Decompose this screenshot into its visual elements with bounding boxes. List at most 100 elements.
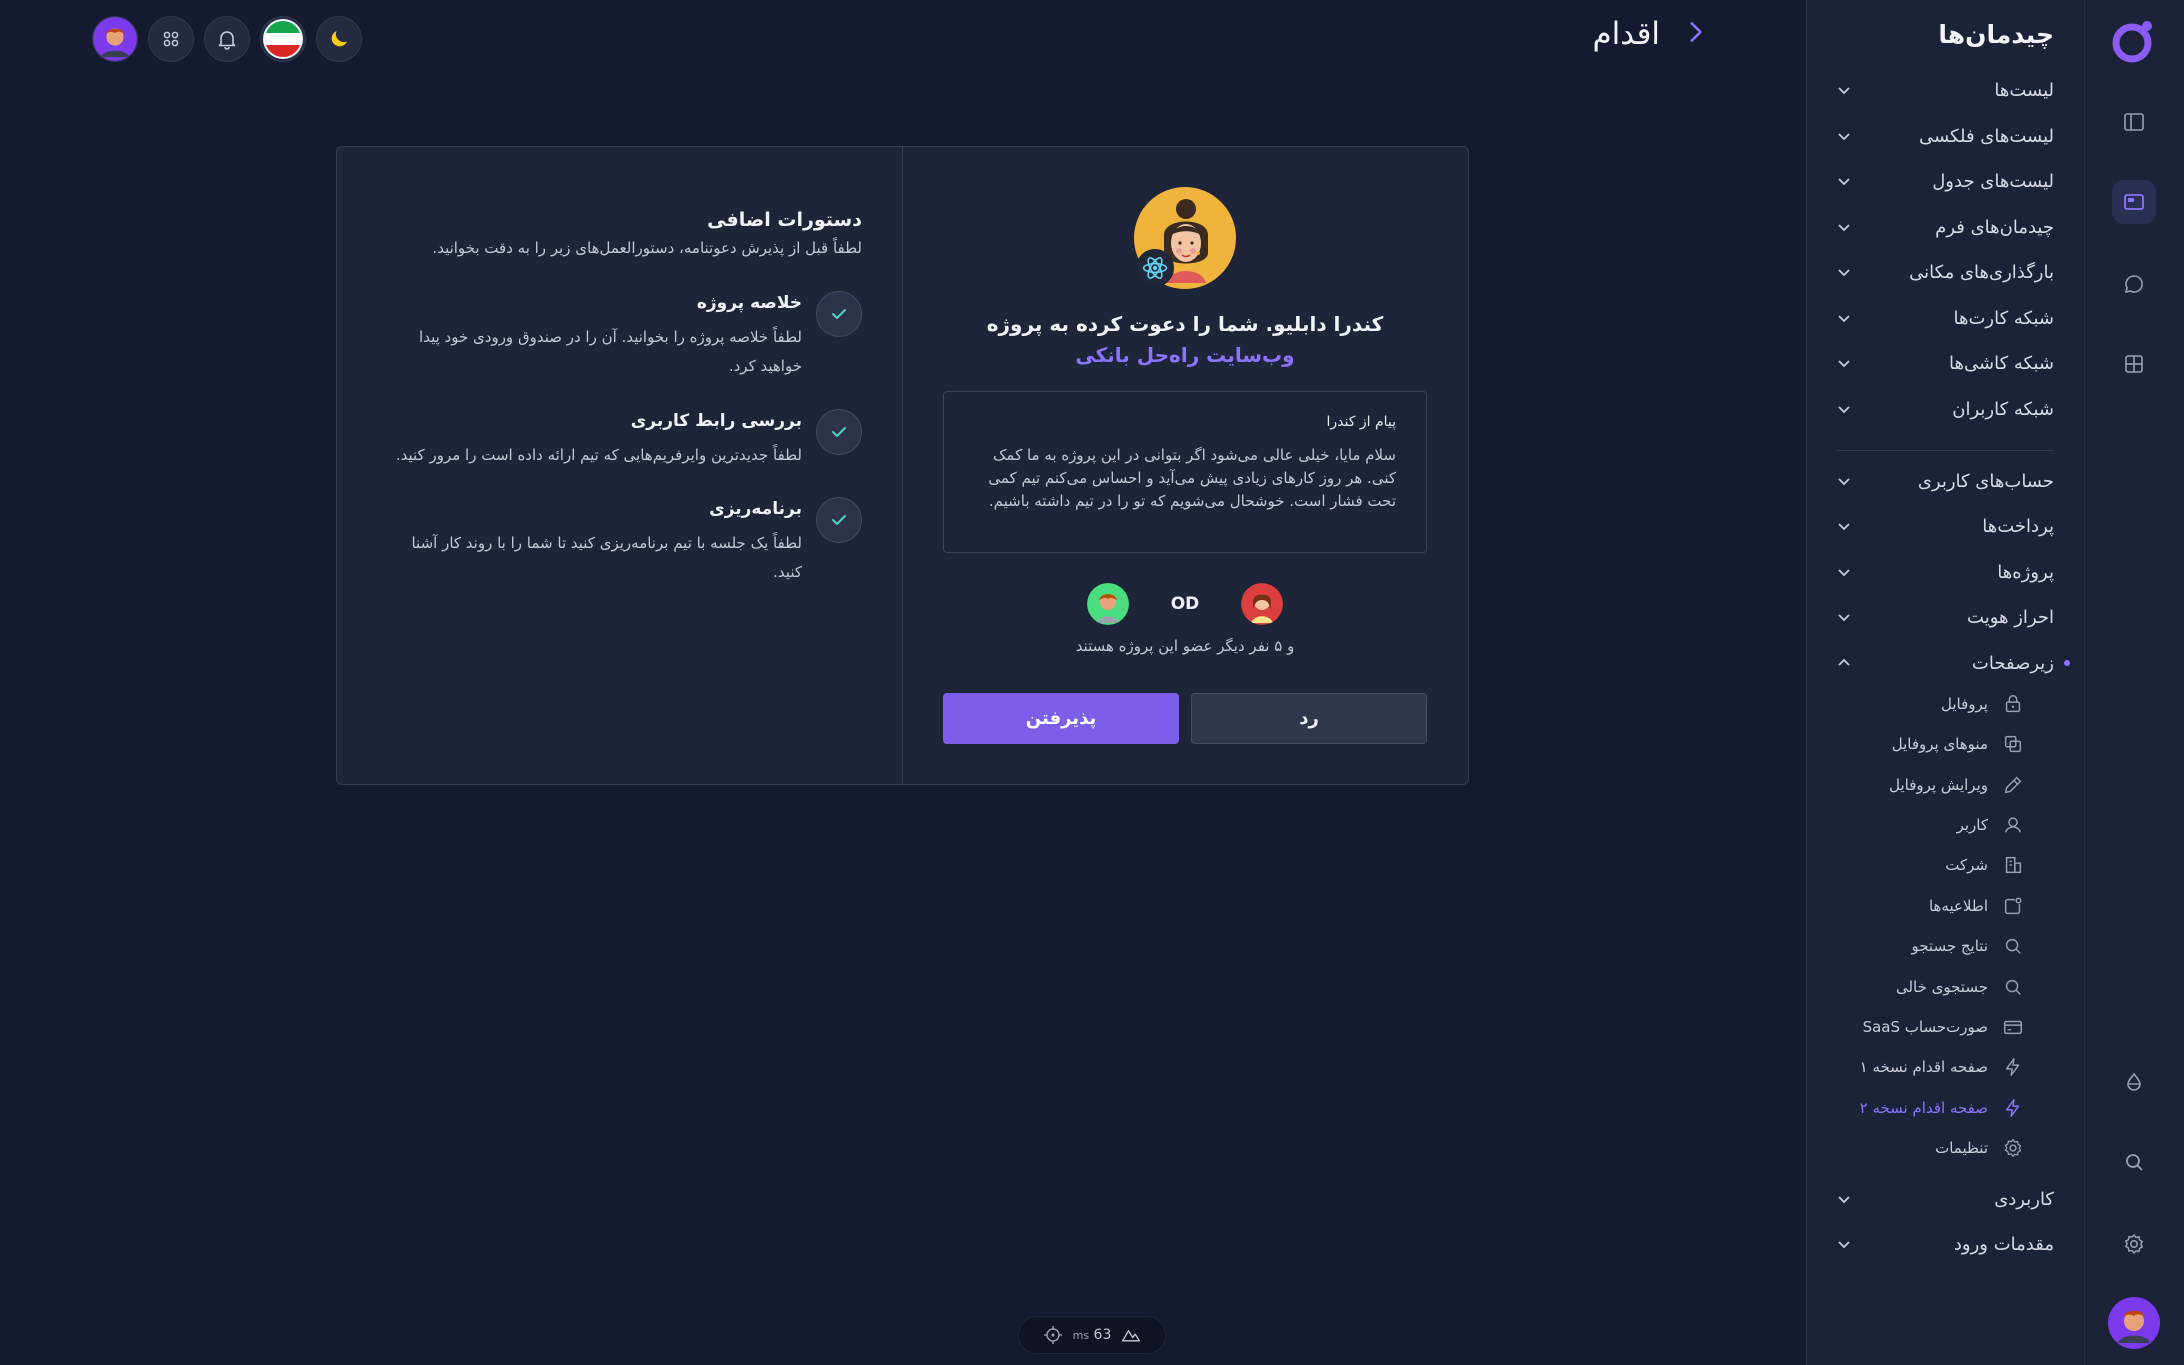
subpage-label: منوهای پروفایل: [1891, 735, 1988, 753]
step-title: بررسی رابط کاربری: [630, 411, 802, 431]
sidebar-item-lists[interactable]: لیست‌ها: [1836, 70, 2054, 110]
message-title: پیام از کندرا: [1326, 414, 1397, 430]
message-body: سلام مایا، خیلی عالی می‌شود اگر بتوانی د…: [988, 446, 1396, 510]
subpage-profile-menus[interactable]: منوهای پروفایل: [1834, 727, 2024, 761]
member-avatars: OD: [902, 583, 1468, 625]
step-description: لطفاً یک جلسه با تیم برنامه‌ریزی کنید تا…: [411, 534, 802, 581]
sidebar-item-projects[interactable]: پروژه‌ها: [1836, 552, 2054, 592]
search-icon[interactable]: [2112, 1140, 2156, 1184]
chevron-down-icon: [1838, 315, 1850, 323]
flag-icon: [263, 19, 303, 59]
subpage-empty-search[interactable]: جستجوی خالی: [1834, 970, 2024, 1004]
sidebar-item-user-grid[interactable]: شبکه کاربران: [1836, 389, 2054, 429]
step-description: لطفاً خلاصه پروژه را بخوانید. آن را در ص…: [419, 328, 802, 375]
instructions-title: دستورات اضافی: [707, 209, 862, 231]
project-link[interactable]: وب‌سایت راه‌حل بانکی: [1075, 343, 1294, 367]
grid-icon[interactable]: [2112, 342, 2156, 386]
perf-indicator[interactable]: ms 63: [1018, 1316, 1166, 1354]
sidebar-item-flex-lists[interactable]: لیست‌های فلکسی: [1836, 116, 2054, 156]
perf-value: 63: [1093, 1327, 1112, 1343]
user-icon: [2004, 817, 2022, 833]
chat-icon[interactable]: [2112, 262, 2156, 306]
apps-grid-icon: [163, 31, 179, 47]
user-avatar[interactable]: [2108, 1297, 2160, 1349]
subpage-label: صفحه اقدام نسخه ۱: [1859, 1058, 1988, 1076]
search-icon: [2005, 938, 2021, 954]
sidebar-item-label: چیدمان‌های فرم: [1935, 216, 2054, 238]
collapse-button[interactable]: [1682, 19, 1708, 49]
subpage-user[interactable]: کاربر: [1834, 808, 2024, 842]
chevron-down-icon: [1838, 478, 1850, 486]
nuxt-icon: [1122, 1330, 1141, 1342]
moon-icon: [331, 31, 347, 47]
subpage-label: تنظیمات: [1935, 1139, 1988, 1157]
subpage-saas-billing[interactable]: صورت‌حساب SaaS: [1834, 1010, 2024, 1044]
chevron-down-icon: [1838, 1196, 1850, 1204]
chevron-up-icon: [1838, 658, 1850, 666]
sidebar-item-label: لیست‌های فلکسی: [1919, 125, 2054, 147]
gear-icon[interactable]: [2112, 1222, 2156, 1266]
subpage-profile[interactable]: پروفایل: [1834, 687, 2024, 721]
active-dot: [2064, 660, 2070, 666]
sidebar-title: چیدمان‌ها: [1938, 20, 2054, 49]
sidebar-item-tile-grid[interactable]: شبکه کاشی‌ها: [1836, 343, 2054, 383]
layouts-icon[interactable]: [2112, 180, 2156, 224]
subpage-action-v2[interactable]: صفحه اقدام نسخه ۲: [1834, 1091, 2024, 1125]
sidebar-item-placeloads[interactable]: بارگذاری‌های مکانی: [1836, 252, 2054, 292]
invite-panel: کندرا دابلیو. شما را دعوت کرده به پروژه …: [902, 147, 1468, 784]
chevron-down-icon: [1838, 360, 1850, 368]
react-icon: [1136, 249, 1174, 287]
sidebar-item-label: لیست‌ها: [1994, 79, 2054, 101]
subpage-label: صفحه اقدام نسخه ۲: [1859, 1099, 1988, 1117]
subpage-notifications[interactable]: اطلاعیه‌ها: [1834, 889, 2024, 923]
perf-unit: ms: [1072, 1329, 1090, 1342]
subpage-search-results[interactable]: نتایج جستجو: [1834, 929, 2024, 963]
reject-button[interactable]: رد: [1191, 693, 1427, 744]
sidebar-item-card-grid[interactable]: شبکه کارت‌ها: [1836, 298, 2054, 338]
member-avatar: [1241, 583, 1284, 625]
sidebar-item-label: بارگذاری‌های مکانی: [1909, 261, 2054, 283]
page-title: اقدام: [1592, 16, 1660, 52]
sidebar-divider: [1836, 450, 2054, 451]
chevron-right-icon: [1690, 22, 1702, 42]
subpage-settings[interactable]: تنظیمات: [1834, 1131, 2024, 1165]
avatar: [93, 17, 137, 61]
apps-button[interactable]: [148, 16, 194, 62]
icon-rail: [2084, 0, 2184, 1365]
avatar-button[interactable]: [92, 16, 138, 62]
subpage-action-v1[interactable]: صفحه اقدام نسخه ۱: [1834, 1050, 2024, 1084]
subpage-company[interactable]: شرکت: [1834, 848, 2024, 882]
language-button[interactable]: [260, 16, 306, 62]
inviter-avatar: [1134, 187, 1236, 289]
theme-toggle-button[interactable]: [316, 16, 362, 62]
step-description: لطفاً جدیدترین وایرفریم‌هایی که تیم ارائ…: [395, 446, 802, 464]
search-icon: [2005, 979, 2021, 995]
accept-button[interactable]: پذیرفتن: [943, 693, 1179, 744]
sidebar-item-table-lists[interactable]: لیست‌های جدول: [1836, 161, 2054, 201]
sidebar-item-accounts[interactable]: حساب‌های کاربری: [1836, 461, 2054, 501]
sidebar-item-label: احراز هویت: [1967, 606, 2054, 628]
sidebar-item-payments[interactable]: پرداخت‌ها: [1836, 506, 2054, 546]
sidebar-item-subpages[interactable]: زیرصفحات: [1836, 643, 2070, 683]
sidebar-item-label: کاربردی: [1994, 1188, 2054, 1210]
check-icon: [816, 291, 862, 337]
sidebar-item-label: مقدمات ورود: [1953, 1233, 2054, 1255]
pencil-icon: [2004, 776, 2022, 794]
crosshair-icon: [1043, 1326, 1062, 1344]
sidebar-item-label: شبکه کاشی‌ها: [1949, 352, 2054, 374]
member-avatar: [1086, 583, 1129, 625]
app-logo[interactable]: [2110, 18, 2156, 64]
credit-card-icon: [2004, 1020, 2022, 1035]
drop-icon[interactable]: [2112, 1060, 2156, 1104]
sidebar-item-onboarding[interactable]: مقدمات ورود: [1836, 1224, 2054, 1264]
sidebar-item-utility[interactable]: کاربردی: [1836, 1179, 2054, 1219]
sidebar-toggle-icon[interactable]: [2112, 100, 2156, 144]
invite-prefix: کندرا دابلیو. شما را دعوت کرده به پروژه: [986, 312, 1384, 336]
instructions-panel: دستورات اضافی لطفاً قبل از پذیرش دعوتنام…: [337, 147, 902, 784]
subpage-profile-edit[interactable]: ویرایش پروفایل: [1834, 768, 2024, 802]
gear-icon: [2004, 1138, 2022, 1158]
sidebar-item-form-layouts[interactable]: چیدمان‌های فرم: [1836, 207, 2054, 247]
sidebar-item-auth[interactable]: احراز هویت: [1836, 597, 2054, 637]
notifications-button[interactable]: [204, 16, 250, 62]
subpage-label: ویرایش پروفایل: [1889, 776, 1988, 794]
